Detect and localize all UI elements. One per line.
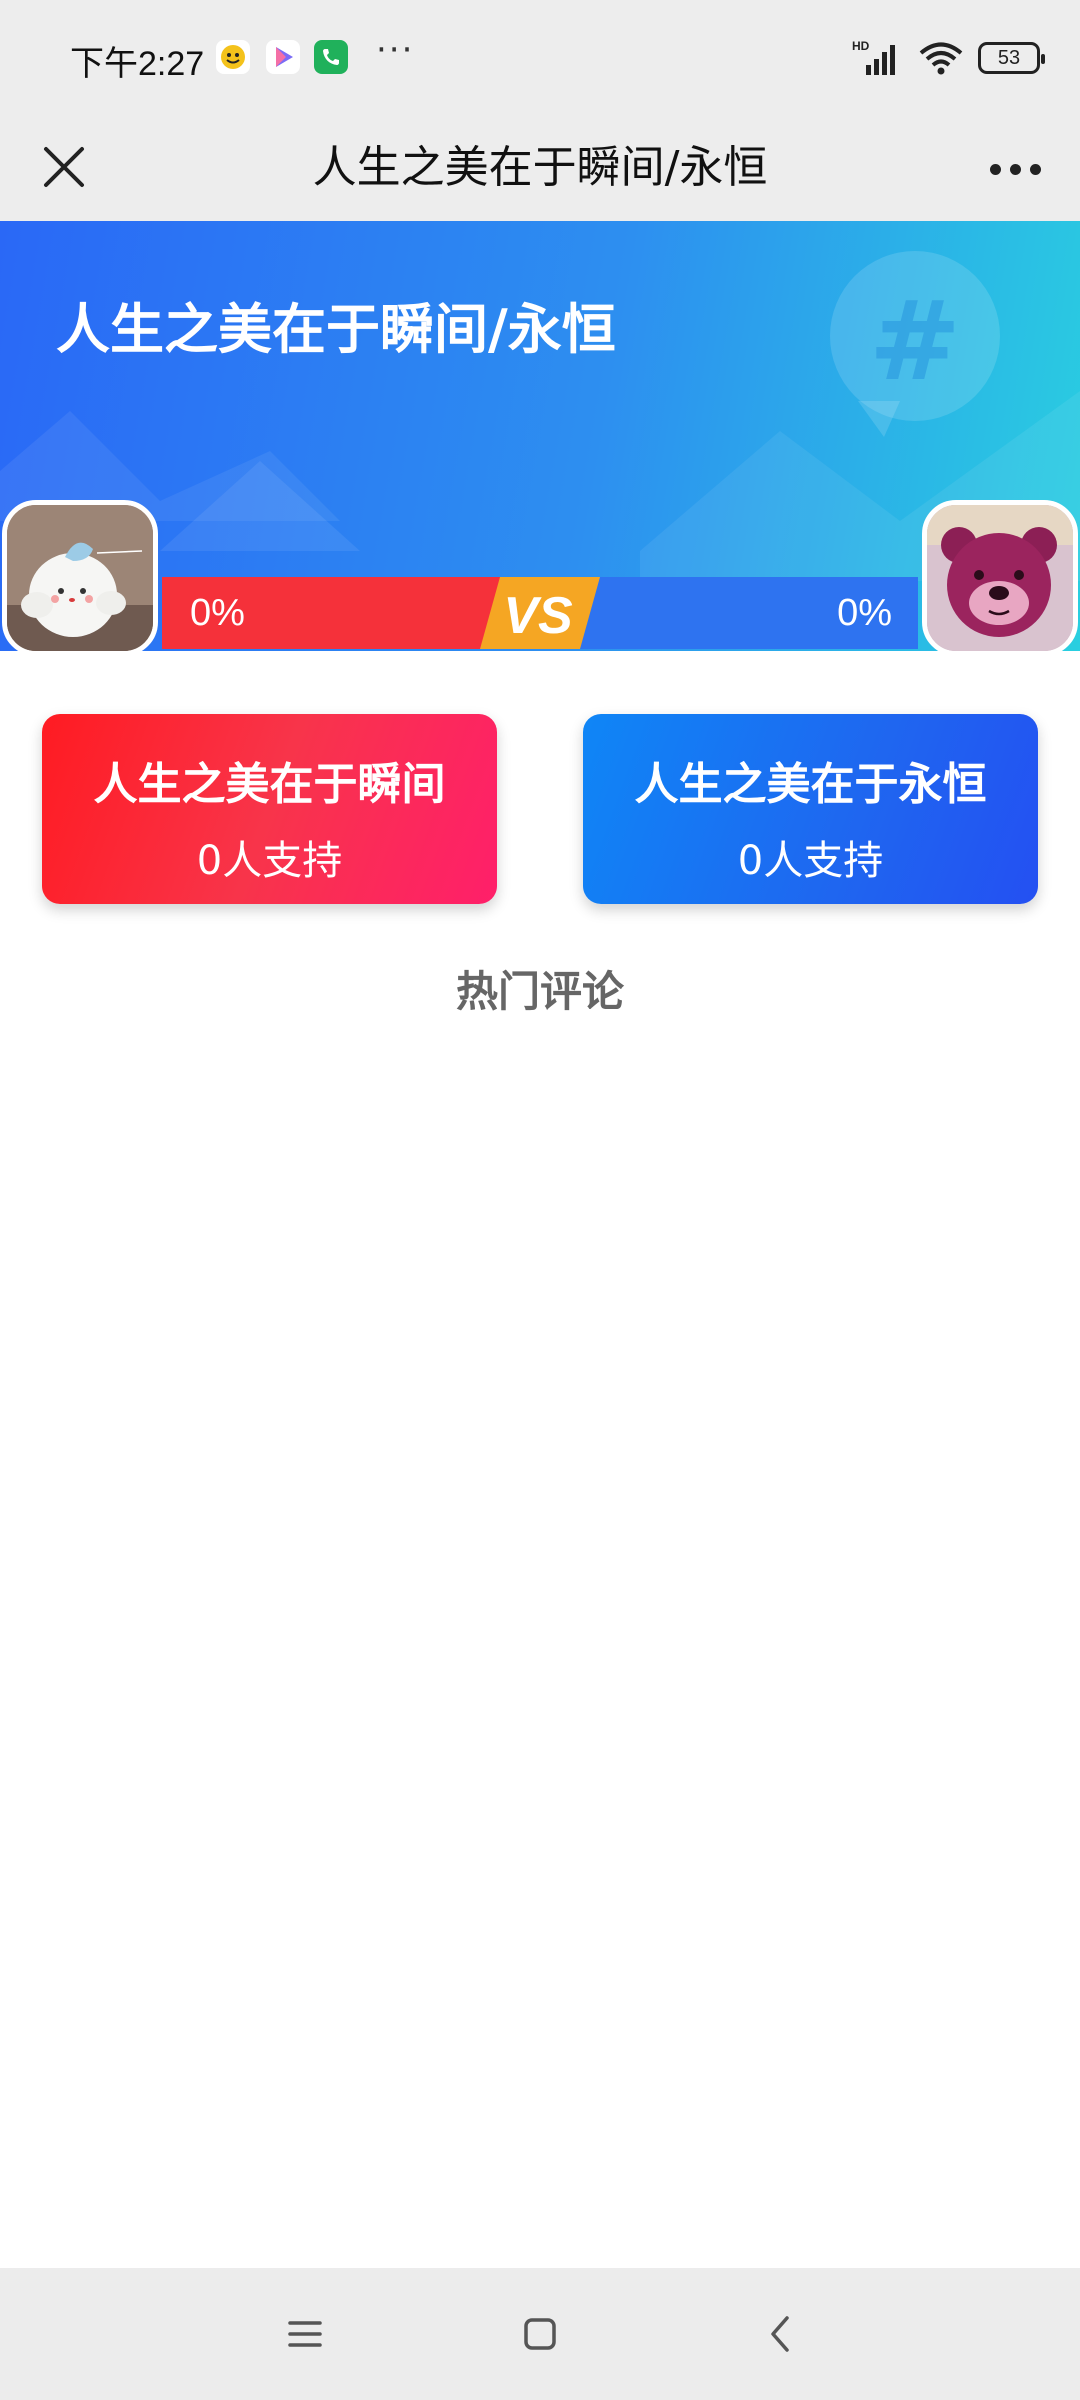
option-label: 人生之美在于瞬间	[93, 759, 446, 810]
svg-text:HD: HD	[852, 39, 870, 53]
more-dot-icon	[1009, 163, 1021, 175]
phone-app-icon	[314, 40, 348, 74]
hashtag-bubble-icon: #	[830, 251, 1000, 437]
support-count: 0人支持	[196, 838, 343, 884]
vs-label: VS	[503, 587, 573, 645]
battery-icon: 53	[978, 42, 1045, 74]
left-percent: 0%	[190, 592, 245, 634]
status-time: 下午2:27	[70, 45, 205, 83]
close-icon	[44, 147, 84, 187]
snow-doll-image	[7, 505, 153, 651]
system-nav-bar	[0, 2268, 1080, 2400]
page-title: 人生之美在于瞬间/永恒	[312, 142, 768, 193]
back-chevron-icon	[771, 2316, 789, 2352]
recent-apps-button[interactable]	[270, 2304, 340, 2364]
sticker-app-icon	[216, 40, 250, 74]
battery-level: 53	[997, 46, 1021, 69]
vs-badge-icon: VS	[480, 577, 600, 649]
more-dot-icon	[1029, 163, 1041, 175]
right-percent: 0%	[837, 592, 892, 634]
support-instant-button[interactable]: 人生之美在于瞬间 0人支持	[42, 714, 497, 904]
status-indicators: HD 53	[852, 38, 1045, 78]
right-side-avatar	[922, 500, 1078, 656]
home-button[interactable]	[505, 2304, 575, 2364]
hot-comments-title: 热门评论	[455, 967, 624, 1016]
option-label: 人生之美在于永恒	[634, 759, 987, 810]
banner-title: 人生之美在于瞬间/永恒	[56, 298, 616, 361]
left-side-avatar	[2, 500, 158, 656]
menu-icon	[288, 2321, 322, 2347]
support-eternal-button[interactable]: 人生之美在于永恒 0人支持	[583, 714, 1038, 904]
strawberry-bear-image	[927, 505, 1073, 651]
back-button[interactable]	[745, 2304, 815, 2364]
status-bar: 下午2:27 ··· HD 53	[0, 0, 1080, 115]
support-count: 0人支持	[737, 838, 884, 884]
signal-icon: HD	[852, 39, 895, 75]
close-button[interactable]	[34, 137, 94, 197]
more-dot-icon	[989, 163, 1001, 175]
wifi-icon	[919, 42, 963, 75]
more-options-button[interactable]	[980, 139, 1050, 199]
video-app-icon	[266, 40, 300, 74]
status-more-dots: ···	[376, 30, 415, 70]
home-square-icon	[524, 2318, 556, 2350]
nav-bar: 人生之美在于瞬间/永恒	[0, 115, 1080, 221]
